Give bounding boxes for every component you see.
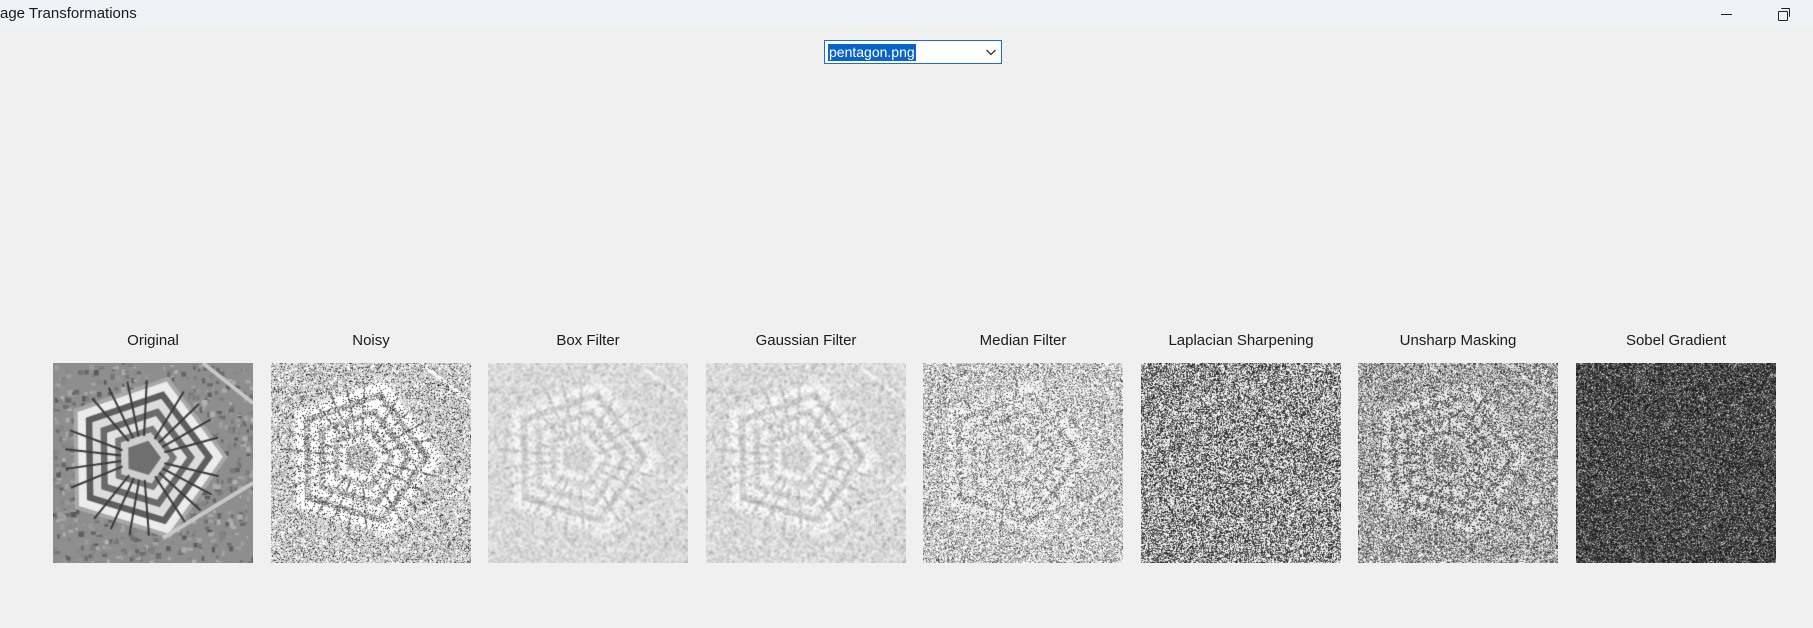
restore-button[interactable] [1761,0,1807,28]
panel-median-filter: Median Filter [923,332,1123,563]
box-filter-image [488,363,688,563]
panel-label: Gaussian Filter [755,332,857,349]
panel-label: Laplacian Sharpening [1168,332,1314,349]
panel-sobel-gradient: Sobel Gradient [1576,332,1776,563]
minimize-button[interactable] [1703,0,1749,28]
panel-original: Original [53,332,253,563]
panel-label: Box Filter [556,332,620,349]
gaussian-filter-image [706,363,906,563]
median-filter-image [923,363,1123,563]
noisy-image [271,363,471,563]
panel-label: Sobel Gradient [1625,332,1727,349]
window-title: age Transformations [0,5,137,22]
panel-label: Median Filter [979,332,1067,349]
chevron-down-icon[interactable] [985,46,997,58]
panel-label: Unsharp Masking [1399,332,1517,349]
panel-gaussian-filter: Gaussian Filter [706,332,906,563]
sobel-gradient-image [1576,363,1776,563]
title-bar: age Transformations [0,0,1813,28]
panel-laplacian-sharpening: Laplacian Sharpening [1141,332,1341,563]
image-select-dropdown[interactable]: pentagon.png [824,40,1002,64]
original-image [53,363,253,563]
image-select-value[interactable]: pentagon.png [828,44,916,61]
minimize-icon [1720,13,1732,15]
laplacian-sharpening-image [1141,363,1341,563]
unsharp-masking-image [1358,363,1558,563]
restore-icon [1778,8,1790,21]
panel-label: Original [127,332,179,349]
panel-unsharp-masking: Unsharp Masking [1358,332,1558,563]
panel-box-filter: Box Filter [488,332,688,563]
panel-noisy: Noisy [271,332,471,563]
panel-label: Noisy [352,332,390,349]
